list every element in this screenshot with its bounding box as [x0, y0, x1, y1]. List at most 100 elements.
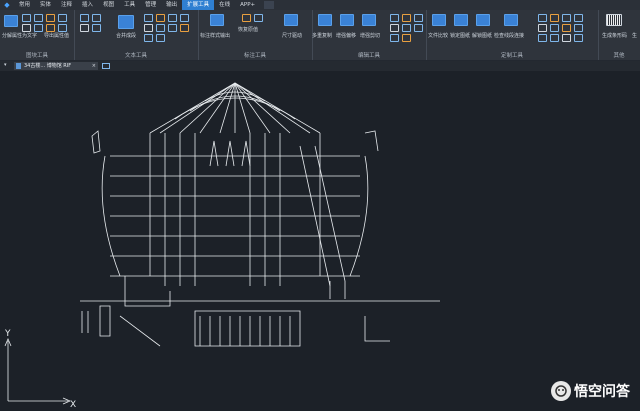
- menu-online[interactable]: 在线: [214, 0, 235, 10]
- document-tab[interactable]: 34古楼... 博物馆 RIF ×: [14, 62, 98, 70]
- text-tool-icon[interactable]: [144, 14, 153, 22]
- block-tool-icon[interactable]: [22, 24, 31, 32]
- menu-view[interactable]: 视图: [98, 0, 119, 10]
- edit-tool-icon[interactable]: [402, 24, 411, 32]
- block-tool-icon[interactable]: [34, 24, 43, 32]
- menu-extension-tools[interactable]: 扩展工具: [182, 0, 215, 10]
- group-label-custom-tools: 定制工具: [500, 53, 523, 59]
- block-tool-icon[interactable]: [22, 14, 31, 22]
- custom-tool-icon[interactable]: [574, 24, 583, 32]
- text-tool-icon[interactable]: [144, 24, 153, 32]
- edit-tool-icon[interactable]: [390, 14, 399, 22]
- block-tool-icon[interactable]: [46, 14, 55, 22]
- text-tool-icon[interactable]: [180, 14, 189, 22]
- dim-drive-button[interactable]: 尺寸驱动: [282, 32, 302, 39]
- edit-tool-icon[interactable]: [414, 24, 423, 32]
- custom-tool-icon[interactable]: [574, 14, 583, 22]
- entrance-block: [194, 310, 301, 347]
- custom-tool-icon[interactable]: [550, 24, 559, 32]
- unlock-drawing-button[interactable]: 解锁图纸: [472, 32, 492, 39]
- edit-tool-icon[interactable]: [414, 14, 423, 22]
- facade-line: [314, 145, 346, 282]
- block-tool-icon[interactable]: [58, 24, 67, 32]
- text-tool-icon[interactable]: [156, 24, 165, 32]
- group-label-dimension-tools: 标注工具: [243, 53, 266, 59]
- side-detail: [91, 130, 101, 154]
- dimension-tool-icon[interactable]: [254, 14, 263, 22]
- enhanced-trim-button[interactable]: 增强剪切: [360, 32, 380, 39]
- custom-tool-icon[interactable]: [562, 14, 571, 22]
- base-structure: [124, 276, 171, 307]
- dim-style-export-button[interactable]: 标注样式输出: [200, 32, 230, 39]
- block-tool-icon[interactable]: [34, 14, 43, 22]
- ribbon-toggle-icon[interactable]: [264, 1, 275, 9]
- lock-drawing-button[interactable]: 锁定图纸: [450, 32, 470, 39]
- new-tab-icon[interactable]: [102, 63, 110, 69]
- generate-button-partial[interactable]: 生: [632, 32, 637, 39]
- export-attribute-button[interactable]: 导出属性值: [44, 32, 69, 39]
- enhanced-offset-button[interactable]: 增强偏移: [336, 32, 356, 39]
- custom-tool-icon[interactable]: [538, 24, 547, 32]
- edit-tool-icon[interactable]: [390, 34, 399, 42]
- dim-style-export-icon[interactable]: [210, 14, 224, 26]
- merge-paragraph-icon[interactable]: [118, 15, 134, 29]
- menu-common[interactable]: 常用: [14, 0, 35, 10]
- menu-output[interactable]: 输出: [161, 0, 182, 10]
- text-tool-icon[interactable]: [92, 24, 101, 32]
- tab-menu-icon[interactable]: ▾: [4, 62, 7, 68]
- restore-value-button[interactable]: 恢复原值: [238, 26, 258, 33]
- restore-value-icon[interactable]: [242, 14, 251, 22]
- menu-insert[interactable]: 插入: [77, 0, 98, 10]
- custom-tool-icon[interactable]: [550, 14, 559, 22]
- unlock-drawing-icon[interactable]: [476, 14, 490, 26]
- file-compare-button[interactable]: 文件比较: [428, 32, 448, 39]
- edit-tool-icon[interactable]: [402, 14, 411, 22]
- multi-copy-icon[interactable]: [318, 14, 332, 26]
- menu-annotate[interactable]: 注释: [56, 0, 77, 10]
- menu-tools[interactable]: 工具: [119, 0, 140, 10]
- text-tool-icon[interactable]: [156, 14, 165, 22]
- custom-tool-icon[interactable]: [538, 34, 547, 42]
- edit-tool-icon[interactable]: [402, 34, 411, 42]
- dim-drive-icon[interactable]: [284, 14, 298, 26]
- menu-solid[interactable]: 实体: [35, 0, 56, 10]
- multi-copy-button[interactable]: 多重复制: [312, 32, 332, 39]
- merge-paragraph-button[interactable]: 合并成段: [116, 32, 136, 39]
- text-tool-icon[interactable]: [80, 14, 89, 22]
- custom-tool-icon[interactable]: [562, 24, 571, 32]
- entrance-railings: [199, 316, 291, 346]
- explode-attribute-button[interactable]: 分解属性为文字: [2, 32, 37, 39]
- drawing-canvas[interactable]: Y X 悟空问答: [0, 71, 640, 410]
- menu-manage[interactable]: 管理: [140, 0, 161, 10]
- check-line-connection-icon[interactable]: [504, 14, 518, 26]
- custom-tool-icon[interactable]: [562, 34, 571, 42]
- enhanced-trim-icon[interactable]: [362, 14, 376, 26]
- block-tool-icon[interactable]: [58, 14, 67, 22]
- text-tool-icon[interactable]: [92, 14, 101, 22]
- text-tool-icon[interactable]: [144, 34, 153, 42]
- custom-tool-icon[interactable]: [550, 34, 559, 42]
- enhanced-offset-icon[interactable]: [340, 14, 354, 26]
- text-tool-icon[interactable]: [80, 24, 89, 32]
- group-label-text-tools: 文本工具: [124, 53, 147, 59]
- text-tool-icon[interactable]: [168, 14, 177, 22]
- file-compare-icon[interactable]: [432, 14, 446, 26]
- watermark-text: 悟空问答: [574, 384, 630, 400]
- menu-app-plus[interactable]: APP+: [235, 0, 260, 10]
- block-tool-icon[interactable]: [46, 24, 55, 32]
- close-icon[interactable]: ×: [92, 62, 96, 70]
- check-line-connection-button[interactable]: 检查线段连接: [494, 32, 524, 39]
- generate-barcode-button[interactable]: 生成条形码: [602, 32, 627, 39]
- text-tool-icon[interactable]: [168, 24, 177, 32]
- group-label-edit-tools: 编辑工具: [357, 53, 380, 59]
- explode-attribute-icon[interactable]: [4, 15, 18, 27]
- lock-drawing-icon[interactable]: [454, 14, 468, 26]
- text-tool-icon[interactable]: [180, 24, 189, 32]
- custom-tool-icon[interactable]: [538, 14, 547, 22]
- edit-tool-icon[interactable]: [390, 24, 399, 32]
- left-structure: [99, 305, 111, 337]
- text-tool-icon[interactable]: [156, 34, 165, 42]
- barcode-icon[interactable]: [606, 14, 622, 26]
- app-logo-icon[interactable]: ◆: [0, 0, 14, 10]
- custom-tool-icon[interactable]: [574, 34, 583, 42]
